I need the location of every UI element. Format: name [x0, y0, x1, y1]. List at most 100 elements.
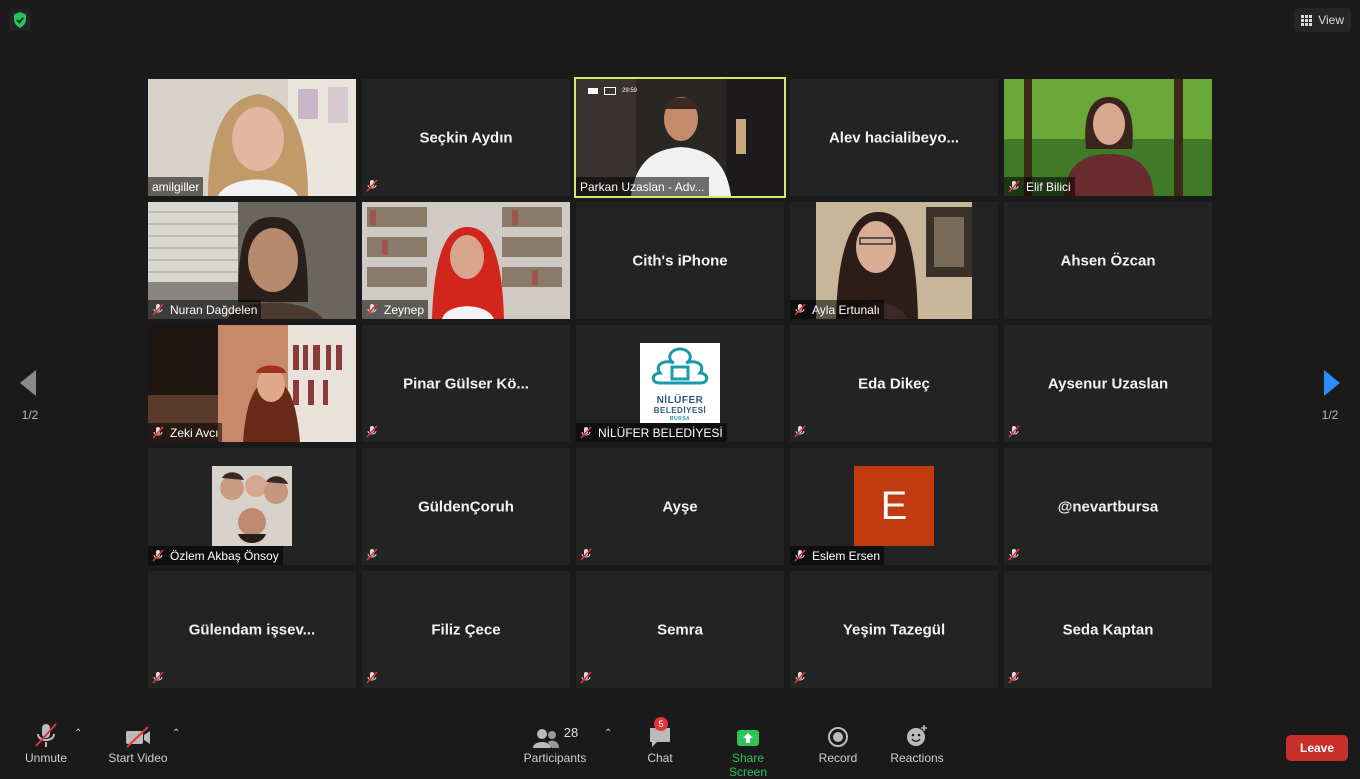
participant-tile[interactable]: Semra [576, 571, 784, 688]
participant-name: Elif Bilici [1026, 179, 1071, 194]
reactions-icon [907, 725, 927, 746]
muted-mic-icon [366, 548, 378, 561]
page-indicator-left: 1/2 [21, 408, 39, 422]
view-button[interactable]: View [1294, 8, 1351, 32]
participant-tile[interactable]: Alev hacialibeyo... [790, 79, 998, 196]
video-options-caret[interactable]: ⌃ [172, 728, 180, 739]
muted-mic-icon [1008, 671, 1020, 684]
participant-tile[interactable]: NİLÜFER BELEDİYESİ BURSA NİLÜFER BELEDİY… [576, 325, 784, 442]
participants-options-caret[interactable]: ⌃ [604, 728, 612, 739]
participant-name: Pinar Gülser Kö... [403, 375, 529, 392]
participants-icon [532, 729, 559, 748]
participant-tile[interactable]: Filiz Çece [362, 571, 570, 688]
participants-count: 28 [563, 725, 579, 740]
muted-mic-icon [152, 426, 164, 439]
view-label: View [1318, 13, 1344, 27]
participant-tile[interactable]: Cith's iPhone [576, 202, 784, 319]
participant-name: Eslem Ersen [812, 548, 881, 563]
chat-label: Chat [647, 751, 673, 765]
arrow-left-icon [20, 370, 36, 396]
reactions-button[interactable]: Reactions [888, 720, 946, 765]
participant-name: amilgiller [152, 179, 200, 194]
share-screen-label: Share Screen [728, 751, 768, 779]
participant-tile[interactable]: GüldenÇoruh [362, 448, 570, 565]
participant-tile[interactable]: Pinar Gülser Kö... [362, 325, 570, 442]
participant-name: Özlem Akbaş Önsoy [170, 548, 279, 563]
participant-tile[interactable]: Ayla Ertunalı [790, 202, 998, 319]
participant-tile[interactable]: Zeynep [362, 202, 570, 319]
video-clock: 29:59 [622, 88, 638, 94]
participant-name: Aysenur Uzaslan [1047, 375, 1169, 392]
participant-name: Eda Dikeç [858, 375, 930, 392]
chat-badge: 5 [654, 717, 668, 731]
participant-name: Zeynep [384, 302, 425, 317]
record-label: Record [818, 751, 858, 765]
participant-tile[interactable]: Ahsen Özcan [1004, 202, 1212, 319]
participant-name: Ayşe [662, 498, 698, 515]
previous-page-button[interactable]: 1/2 [0, 340, 60, 430]
participant-tile[interactable]: Zeki Avcı [148, 325, 356, 442]
participant-tile[interactable]: Eda Dikeç [790, 325, 998, 442]
participant-tile[interactable]: Aysenur Uzaslan [1004, 325, 1212, 442]
participant-name: GüldenÇoruh [418, 498, 514, 515]
participant-nameplate: Zeynep [362, 300, 429, 319]
start-video-label: Start Video [108, 751, 168, 765]
participant-tile[interactable]: Özlem Akbaş Önsoy [148, 448, 356, 565]
security-shield-icon[interactable] [9, 9, 31, 31]
participant-name: @nevartbursa [1057, 498, 1159, 515]
muted-mic-icon [366, 425, 378, 438]
muted-mic-icon [1008, 425, 1020, 438]
profile-picture [212, 466, 292, 546]
record-button[interactable]: Record [816, 720, 860, 765]
muted-mic-icon [794, 549, 806, 562]
leave-button[interactable]: Leave [1286, 735, 1348, 761]
muted-mic-icon [1008, 548, 1020, 561]
audio-options-caret[interactable]: ⌃ [74, 728, 82, 739]
participant-nameplate: Eslem Ersen [790, 546, 885, 565]
participant-tile[interactable]: @nevartbursa [1004, 448, 1212, 565]
participant-nameplate: Özlem Akbaş Önsoy [148, 546, 283, 565]
participant-tile[interactable]: amilgiller [148, 79, 356, 196]
muted-microphone-icon [35, 723, 57, 747]
participant-tile[interactable]: Ayşe [576, 448, 784, 565]
participants-button[interactable]: 28 Participants [522, 720, 588, 765]
muted-mic-icon [580, 548, 592, 561]
unmute-button[interactable]: Unmute [22, 720, 70, 765]
participant-tile[interactable]: E Eslem Ersen [790, 448, 998, 565]
participant-tile[interactable]: Gülendam işsev... [148, 571, 356, 688]
reactions-label: Reactions [890, 751, 944, 765]
logo-line-2: BELEDİYESİ [653, 406, 707, 415]
unmute-label: Unmute [24, 751, 68, 765]
start-video-button[interactable]: Start Video [106, 720, 170, 765]
participants-label: Participants [523, 751, 587, 765]
participant-tile[interactable]: Elif Bilici [1004, 79, 1212, 196]
muted-mic-icon [152, 671, 164, 684]
letter-avatar: E [854, 466, 934, 546]
share-screen-button[interactable]: Share Screen [712, 720, 784, 779]
participant-name: Zeki Avcı [170, 425, 219, 440]
chat-button[interactable]: 5 Chat [640, 717, 680, 765]
participant-tile[interactable]: Seda Kaptan [1004, 571, 1212, 688]
muted-mic-icon [366, 671, 378, 684]
meeting-toolbar: Unmute ⌃ Start Video ⌃ 28 Participants ⌃… [0, 706, 1360, 779]
participant-name: Seçkin Aydın [419, 129, 513, 146]
participant-tile[interactable]: Yeşim Tazegül [790, 571, 998, 688]
muted-mic-icon [794, 425, 806, 438]
page-indicator-right: 1/2 [1321, 408, 1339, 422]
logo-line-3: BURSA [669, 416, 691, 422]
participant-name: Alev hacialibeyo... [828, 129, 960, 146]
participant-name: NİLÜFER BELEDİYESİ [598, 425, 723, 440]
participant-name: Ayla Ertunalı [812, 302, 880, 317]
participant-nameplate: Ayla Ertunalı [790, 300, 884, 319]
arrow-right-icon [1324, 370, 1340, 396]
muted-mic-icon [152, 303, 164, 316]
participant-name: Ahsen Özcan [1060, 252, 1156, 269]
organization-logo: NİLÜFER BELEDİYESİ BURSA [640, 343, 720, 423]
share-screen-icon [737, 730, 759, 746]
participant-tile[interactable]: Nuran Dağdelen [148, 202, 356, 319]
participant-tile[interactable]: Seçkin Aydın [362, 79, 570, 196]
lotus-logo-icon [651, 347, 709, 385]
muted-mic-icon [1008, 180, 1020, 193]
participant-tile-active-speaker[interactable]: 29:59 Parkan Uzaslan - Adv... [574, 77, 786, 198]
next-page-button[interactable]: 1/2 [1300, 340, 1360, 430]
